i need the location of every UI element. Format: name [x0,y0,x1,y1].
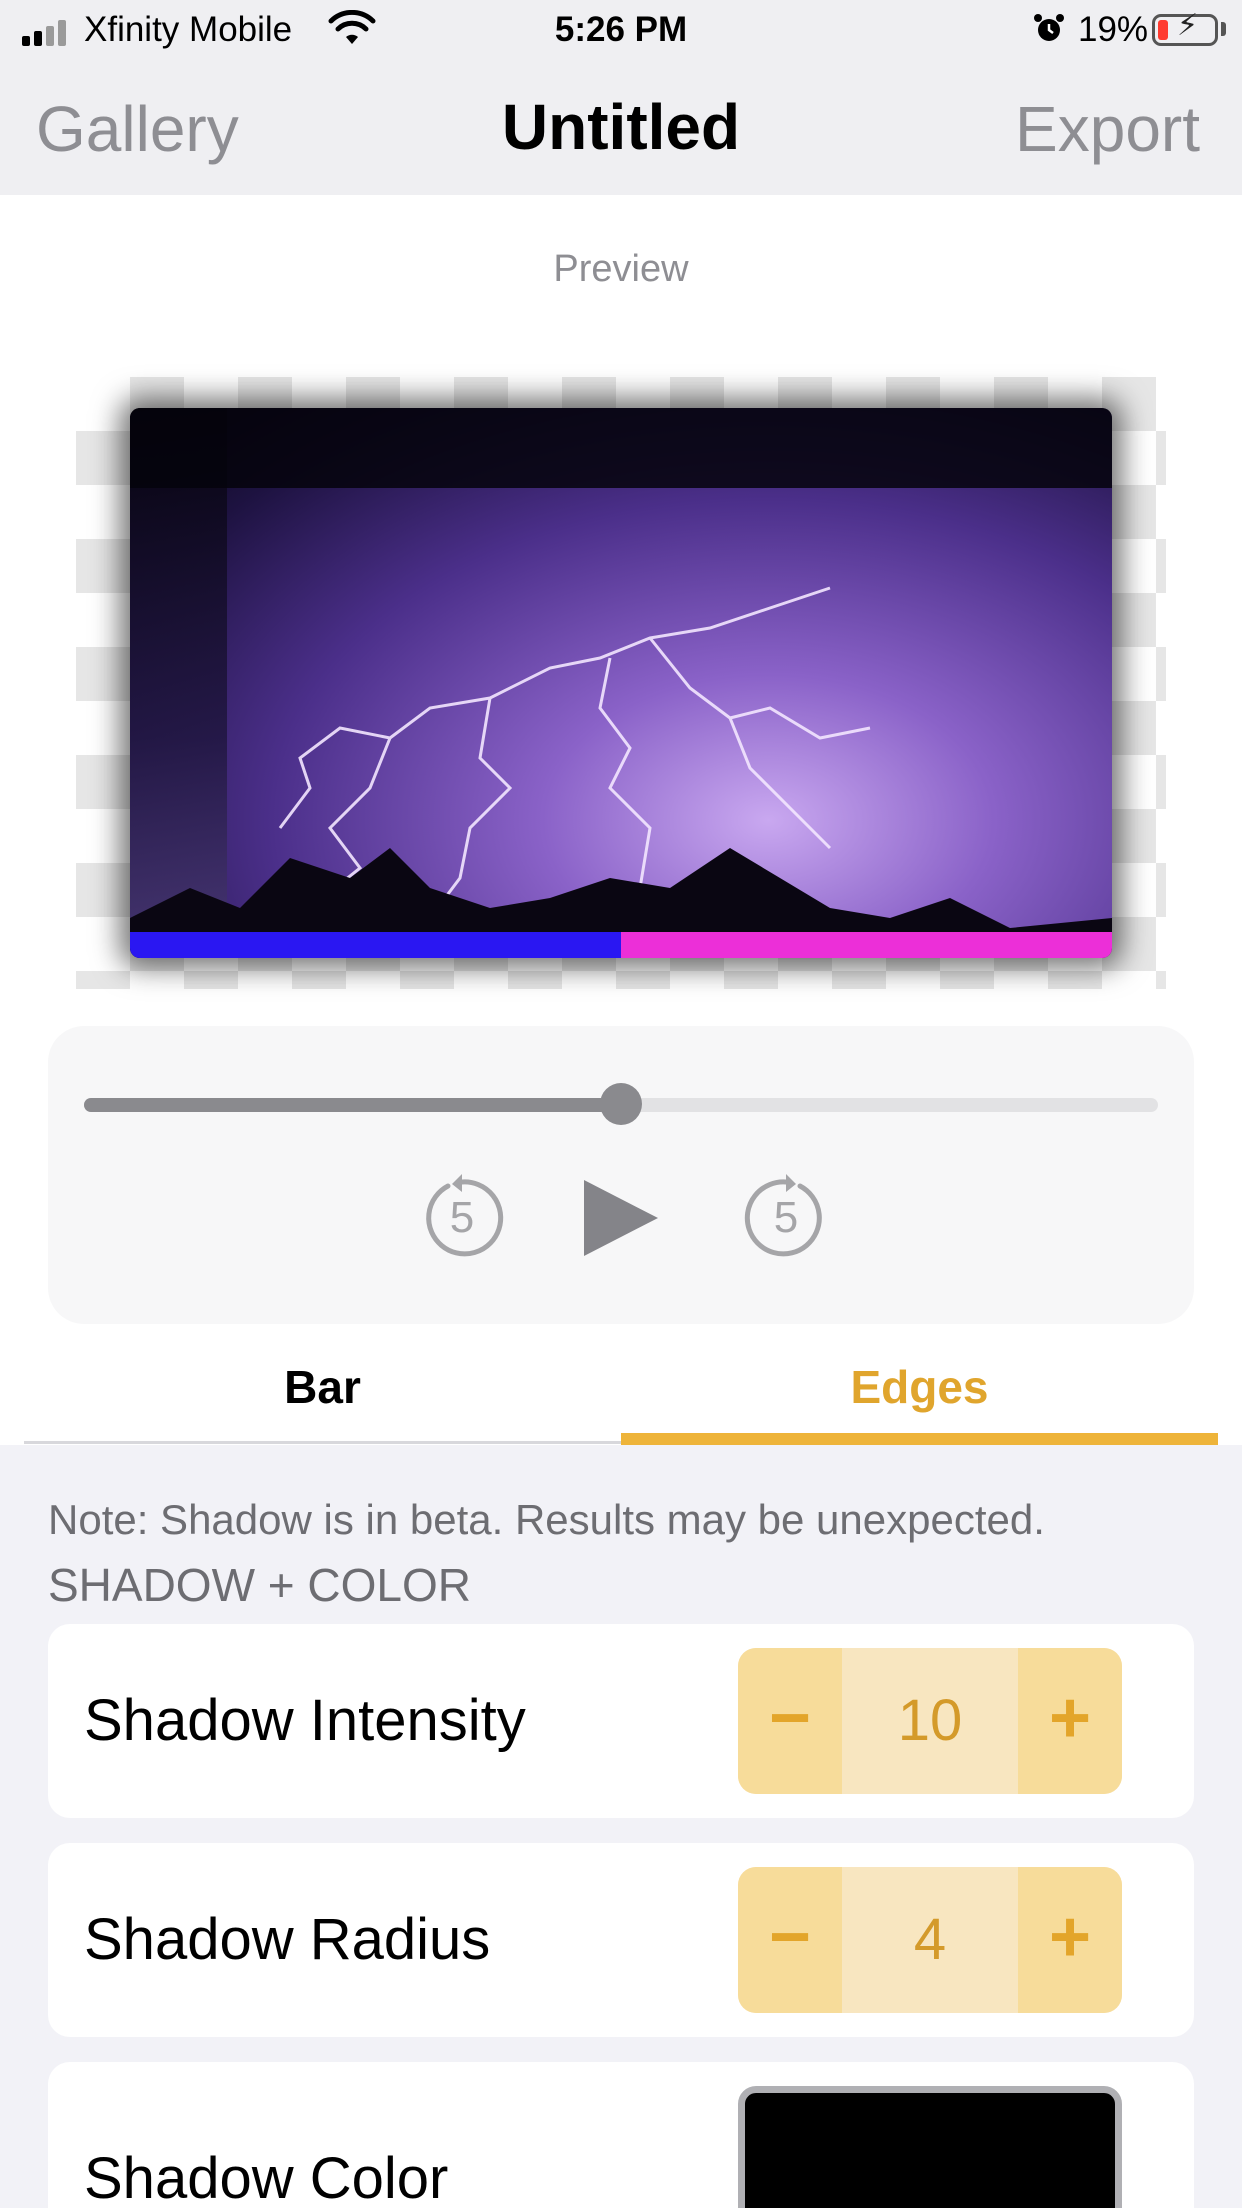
beta-note: Note: Shadow is in beta. Results may be … [48,1496,1045,1543]
lightning-artwork [130,408,1112,958]
decrement-button[interactable]: − [738,1648,842,1794]
shadow-radius-row: Shadow Radius − 4 + [48,1843,1194,2037]
increment-button[interactable]: + [1018,1867,1122,2013]
progress-remaining [621,932,1112,958]
battery-charging-icon: ⚡ [1152,11,1218,46]
battery-cap [1221,22,1226,36]
shadow-radius-stepper: − 4 + [738,1867,1122,2013]
scrubber-fill [84,1098,621,1112]
play-icon[interactable] [580,1176,662,1265]
video-preview[interactable] [130,408,1112,958]
preview-label: Preview [553,248,689,290]
scrubber-thumb[interactable] [600,1083,642,1125]
status-bar: Xfinity Mobile 5:26 PM 19% ⚡ [0,0,1242,62]
shadow-color-label: Shadow Color [84,2146,449,2208]
shadow-radius-value[interactable]: 4 [842,1867,1018,2013]
shadow-intensity-stepper: − 10 + [738,1648,1122,1794]
shadow-color-swatch[interactable] [738,2086,1122,2208]
shadow-radius-label: Shadow Radius [84,1907,491,1972]
decrement-button[interactable]: − [738,1867,842,2013]
progress-played [130,932,621,958]
tab-bar[interactable]: Bar [24,1360,621,1414]
increment-button[interactable]: + [1018,1648,1122,1794]
skip-forward-label: 5 [774,1193,798,1242]
skip-back-5-icon[interactable]: 5 [418,1172,506,1265]
battery-percent: 19% [1078,10,1149,49]
shadow-intensity-row: Shadow Intensity − 10 + [48,1624,1194,1818]
section-header: SHADOW + COLOR [48,1559,472,1611]
player-controls [48,1026,1194,1324]
skip-forward-5-icon[interactable]: 5 [742,1172,830,1265]
tab-selected-indicator [621,1433,1218,1445]
tab-edges[interactable]: Edges [621,1360,1218,1414]
export-button[interactable]: Export [1015,92,1200,166]
shadow-intensity-value[interactable]: 10 [842,1648,1018,1794]
alarm-icon [1032,12,1066,51]
skip-back-label: 5 [450,1193,474,1242]
shadow-color-row: Shadow Color [48,2062,1194,2208]
shadow-intensity-label: Shadow Intensity [84,1688,526,1753]
